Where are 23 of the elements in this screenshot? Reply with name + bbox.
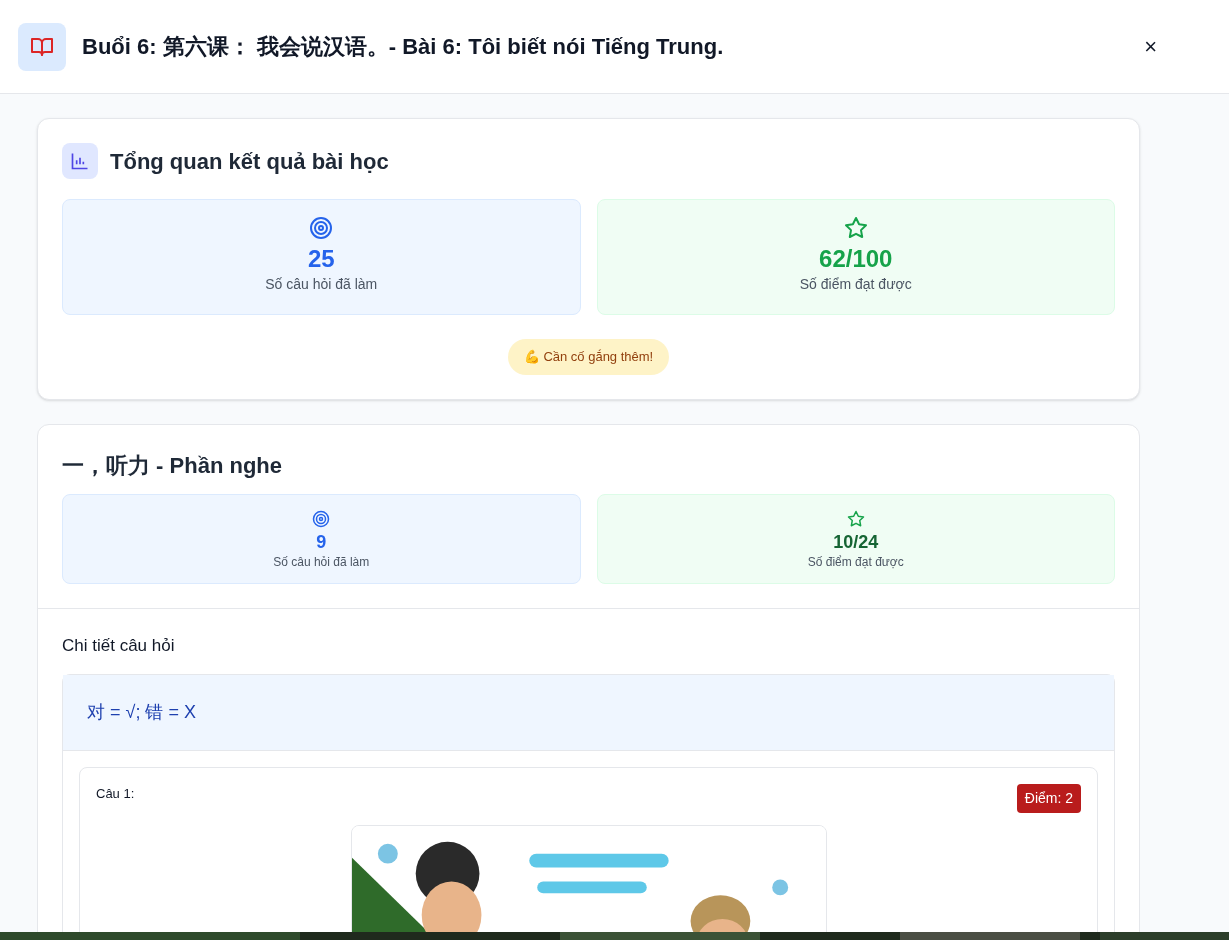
target-icon	[309, 216, 334, 240]
chart-icon	[62, 143, 98, 179]
instruction-text: 对 = √; 错 = X	[87, 701, 196, 724]
feedback-badge: 💪 Cần cố gắng thêm!	[507, 339, 670, 375]
dialog-title: Buổi 6: 第六课： 我会说汉语。- Bài 6: Tôi biết nói Tiếng Trung.	[82, 33, 724, 61]
stat-label: Số câu hỏi đã làm	[265, 275, 378, 294]
stat-value: 25	[307, 244, 335, 274]
score-badge: Điểm: 2	[1016, 784, 1081, 813]
stat-label: Số điểm đạt được	[799, 275, 912, 294]
stat-label: Số câu hỏi đã làm	[273, 554, 370, 571]
close-button[interactable]: ×	[1144, 35, 1157, 58]
question-label: Câu 1:	[96, 785, 135, 803]
card-title: Tổng quan kết quả bài học	[110, 147, 389, 176]
target-icon	[312, 509, 331, 528]
section-title: 一，听力 - Phần nghe	[62, 451, 283, 480]
star-icon	[843, 216, 868, 240]
stat-value: 62/100	[819, 244, 893, 274]
stat-value: 10/24	[833, 530, 879, 553]
details-title: Chi tiết câu hỏi	[62, 634, 176, 657]
book-icon	[18, 22, 66, 71]
star-icon	[846, 509, 865, 528]
stat-label: Số điểm đạt được	[807, 554, 904, 571]
stat-value: 9	[316, 530, 327, 553]
